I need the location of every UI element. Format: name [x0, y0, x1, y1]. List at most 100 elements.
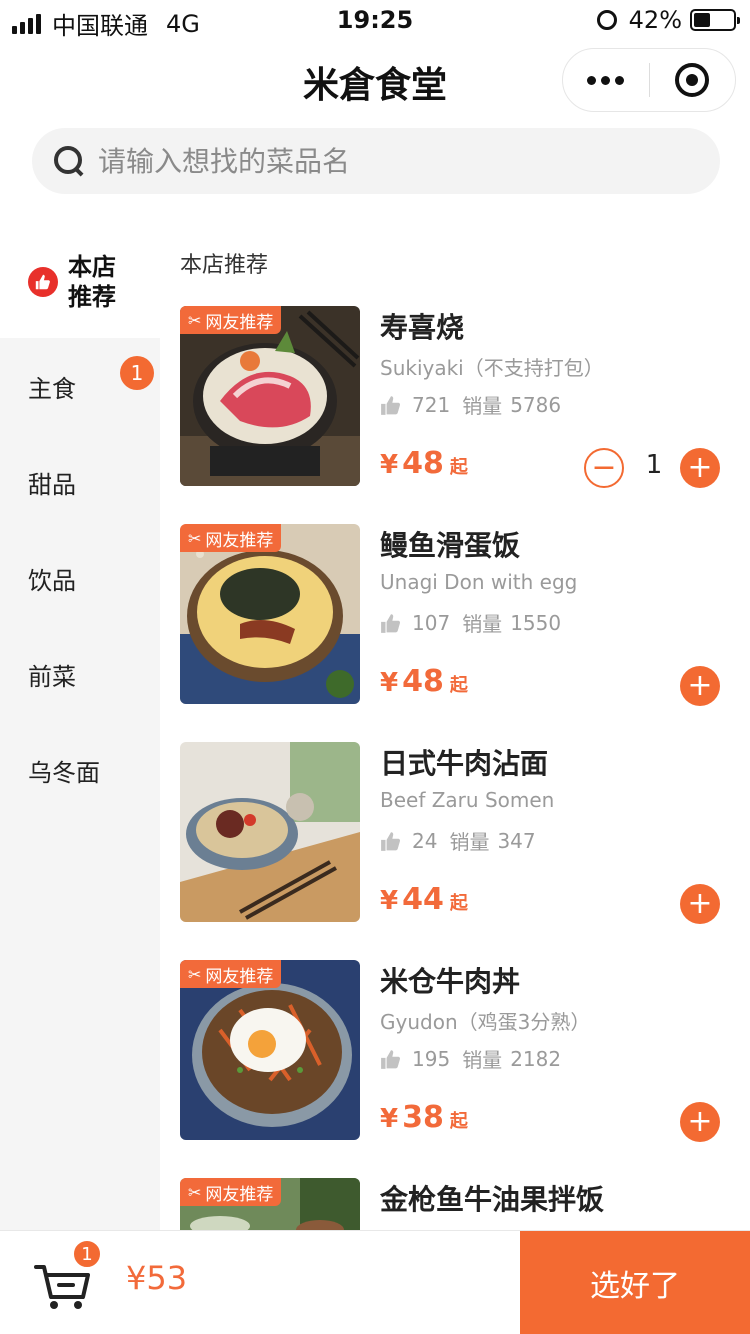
dish-item[interactable]: ✂ 网友推荐 鳗鱼滑蛋饭 Unagi Don with egg 107 销量 15…: [180, 524, 750, 706]
dish-photo: ✂ 网友推荐: [180, 960, 360, 1140]
dish-price: ¥ 38 起: [380, 1100, 468, 1135]
dish-photo: ✂ 网友推荐: [180, 524, 360, 704]
more-icon[interactable]: [563, 75, 649, 85]
dish-photo: ✂ 网友推荐: [180, 306, 360, 486]
dish-subtitle: Gyudon（鸡蛋3分熟）: [380, 1010, 591, 1034]
close-target-icon: [675, 63, 710, 97]
sales-label: 销量: [449, 830, 490, 854]
price-value: 48: [402, 446, 444, 481]
like-count: 195: [412, 1046, 451, 1071]
add-button[interactable]: +: [680, 1102, 720, 1142]
sidebar-item-label: 前菜: [28, 662, 76, 691]
category-sidebar: 本店推荐 主食 甜品 饮品 前菜 乌冬面 1: [0, 226, 160, 1230]
quantity-value: 1: [645, 450, 663, 480]
currency-symbol: ¥: [380, 886, 399, 916]
decrease-button[interactable]: −: [584, 448, 624, 488]
dish-photo: ✂ 网友推荐: [180, 1178, 360, 1230]
dish-item[interactable]: ✂ 网友推荐 米仓牛肉丼 Gyudon（鸡蛋3分熟） 195 销量 2182 ¥ …: [180, 960, 750, 1142]
sidebar-item-label: 乌冬面: [28, 758, 100, 787]
like-count: 107: [412, 610, 451, 635]
dish-item[interactable]: ✂ 网友推荐 寿喜烧 Sukiyaki（不支持打包） 721 销量 5786 ¥ …: [180, 306, 750, 488]
price-value: 38: [402, 1100, 444, 1135]
sidebar-item-udon[interactable]: 乌冬面: [0, 722, 160, 818]
close-button[interactable]: [650, 63, 736, 97]
sales-count: 1550: [510, 610, 562, 635]
cart-total: ¥53: [126, 1259, 188, 1297]
recommend-tag-label: 网友推荐: [205, 530, 274, 551]
recommend-tag: ✂ 网友推荐: [180, 1178, 282, 1206]
battery-icon: [690, 9, 740, 31]
dish-subtitle: Beef Zaru Somen: [380, 788, 555, 812]
dish-item[interactable]: 日式牛肉沾面 Beef Zaru Somen 24 销量 347 ¥ 44 起 …: [180, 742, 750, 924]
dish-photo: [180, 742, 360, 922]
mini-program-capsule: [562, 48, 736, 112]
add-button[interactable]: +: [680, 448, 720, 488]
price-from-label: 起: [449, 893, 468, 914]
thumbs-up-icon: [381, 1049, 401, 1069]
price-value: 48: [402, 664, 444, 699]
price-from-label: 起: [449, 457, 468, 478]
recommend-tag-label: 网友推荐: [205, 1184, 274, 1205]
battery-level: [694, 13, 710, 27]
dish-name: 鳗鱼滑蛋饭: [380, 529, 521, 562]
chef-icon: ✂: [188, 964, 202, 984]
sales-count: 347: [497, 828, 536, 853]
sidebar-item-appetizer[interactable]: 前菜: [0, 626, 160, 722]
like-count: 721: [412, 392, 451, 417]
alarm-icon: [596, 10, 617, 30]
sidebar-item-label: 甜品: [28, 470, 76, 499]
add-button[interactable]: +: [680, 884, 720, 924]
like-count: 24: [412, 828, 438, 853]
dish-price: ¥ 48 起: [380, 664, 468, 699]
recommend-tag: ✂ 网友推荐: [180, 960, 282, 988]
search-input[interactable]: [98, 144, 658, 178]
sidebar-item-label: 本店推荐: [68, 253, 116, 311]
checkout-button[interactable]: 选好了: [520, 1231, 750, 1334]
dish-stats: 721 销量 5786: [380, 390, 561, 419]
thumbs-up-icon: [381, 395, 401, 415]
sidebar-item-label: 主食: [28, 374, 76, 403]
sales-label: 销量: [462, 1048, 503, 1072]
price-from-label: 起: [449, 1111, 468, 1132]
currency-symbol: ¥: [380, 1104, 399, 1134]
recommend-tag: ✂ 网友推荐: [180, 524, 282, 552]
chef-icon: ✂: [188, 310, 202, 330]
add-button[interactable]: +: [680, 666, 720, 706]
battery-percent: 42%: [628, 6, 682, 34]
search-icon: [54, 146, 84, 176]
cart-bar: 1 ¥53 选好了: [0, 1230, 750, 1334]
sales-label: 销量: [462, 394, 503, 418]
sidebar-item-dessert[interactable]: 甜品: [0, 434, 160, 530]
sidebar-item-recommended[interactable]: 本店推荐: [0, 226, 160, 338]
price-value: 44: [402, 882, 444, 917]
dish-name: 寿喜烧: [380, 311, 465, 344]
sidebar-item-label: 饮品: [28, 566, 76, 595]
recommend-tag: ✂ 网友推荐: [180, 306, 282, 334]
dish-stats: 24 销量 347: [380, 826, 536, 855]
cart-count-badge: 1: [72, 1239, 102, 1269]
thumbs-up-icon: [381, 613, 401, 633]
dish-price: ¥ 48 起: [380, 446, 468, 481]
dish-name: 米仓牛肉丼: [380, 965, 521, 998]
recommend-tag-label: 网友推荐: [205, 312, 274, 333]
chef-icon: ✂: [188, 528, 202, 548]
dish-name: 金枪鱼牛油果拌饭: [380, 1183, 605, 1216]
chef-icon: ✂: [188, 1182, 202, 1202]
price-from-label: 起: [449, 675, 468, 696]
status-right: 42%: [596, 6, 740, 34]
dish-stats: 107 销量 1550: [380, 608, 561, 637]
sidebar-item-drinks[interactable]: 饮品: [0, 530, 160, 626]
currency-symbol: ¥: [380, 668, 399, 698]
sales-count: 2182: [510, 1046, 562, 1071]
dish-subtitle: Unagi Don with egg: [380, 570, 578, 594]
dish-subtitle: Sukiyaki（不支持打包）: [380, 356, 604, 380]
sales-label: 销量: [462, 612, 503, 636]
dish-name: 日式牛肉沾面: [380, 747, 549, 780]
thumbs-up-icon: [381, 831, 401, 851]
search-bar[interactable]: [32, 128, 720, 194]
thumbs-up-icon: [28, 267, 58, 297]
dish-item[interactable]: ✂ 网友推荐 金枪鱼牛油果拌饭: [180, 1178, 750, 1230]
recommend-tag-label: 网友推荐: [205, 966, 274, 987]
dish-price: ¥ 44 起: [380, 882, 468, 917]
status-bar: 中国联通 4G 19:25 42%: [0, 0, 750, 40]
